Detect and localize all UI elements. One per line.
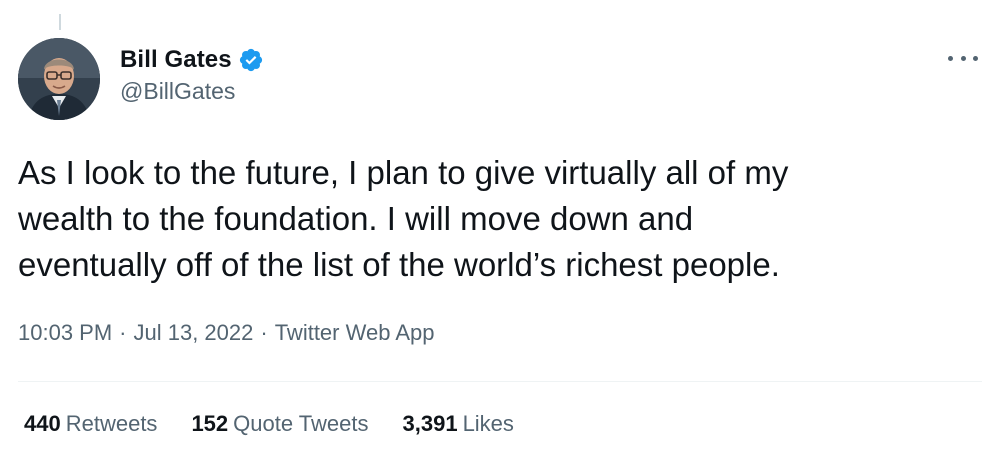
quote-tweets-label: Quote Tweets (233, 411, 369, 436)
likes-label: Likes (462, 411, 514, 436)
quote-tweets-stat[interactable]: 152 Quote Tweets (191, 411, 368, 437)
author-handle[interactable]: @BillGates (120, 78, 264, 105)
tweet-date[interactable]: Jul 13, 2022 (134, 320, 254, 345)
retweets-count: 440 (24, 411, 61, 436)
tweet-time[interactable]: 10:03 PM (18, 320, 112, 345)
thread-connector-line (59, 14, 61, 30)
avatar-photo (18, 38, 100, 120)
more-dot (973, 55, 978, 61)
author-display-name[interactable]: Bill Gates (120, 46, 232, 74)
retweets-label: Retweets (65, 411, 158, 436)
tweet-text-line: As I look to the future, I plan to give … (18, 154, 789, 191)
likes-count: 3,391 (402, 411, 458, 436)
tweet-stats: 440 Retweets 152 Quote Tweets 3,391 Likes (24, 411, 548, 437)
tweet-text-line: wealth to the foundation. I will move do… (18, 200, 694, 237)
divider (18, 381, 982, 382)
meta-separator: · (119, 320, 127, 345)
more-dot (960, 55, 966, 61)
retweets-stat[interactable]: 440 Retweets (24, 411, 157, 437)
quote-tweets-count: 152 (191, 411, 229, 436)
likes-stat[interactable]: 3,391 Likes (403, 411, 514, 437)
verified-badge-icon (239, 48, 262, 72)
tweet-text-line: eventually off of the list of the world’… (18, 246, 780, 283)
avatar[interactable] (18, 38, 100, 120)
tweet-author: Bill Gates @BillGates (120, 44, 264, 105)
more-options-icon[interactable] (948, 48, 978, 68)
tweet-source[interactable]: Twitter Web App (275, 320, 435, 345)
author-name-row: Bill Gates (120, 44, 264, 76)
more-dot (948, 55, 953, 61)
meta-separator: · (260, 320, 268, 345)
tweet-metadata: 10:03 PM · Jul 13, 2022 · Twitter Web App (18, 320, 434, 346)
tweet-text: As I look to the future, I plan to give … (18, 150, 978, 288)
